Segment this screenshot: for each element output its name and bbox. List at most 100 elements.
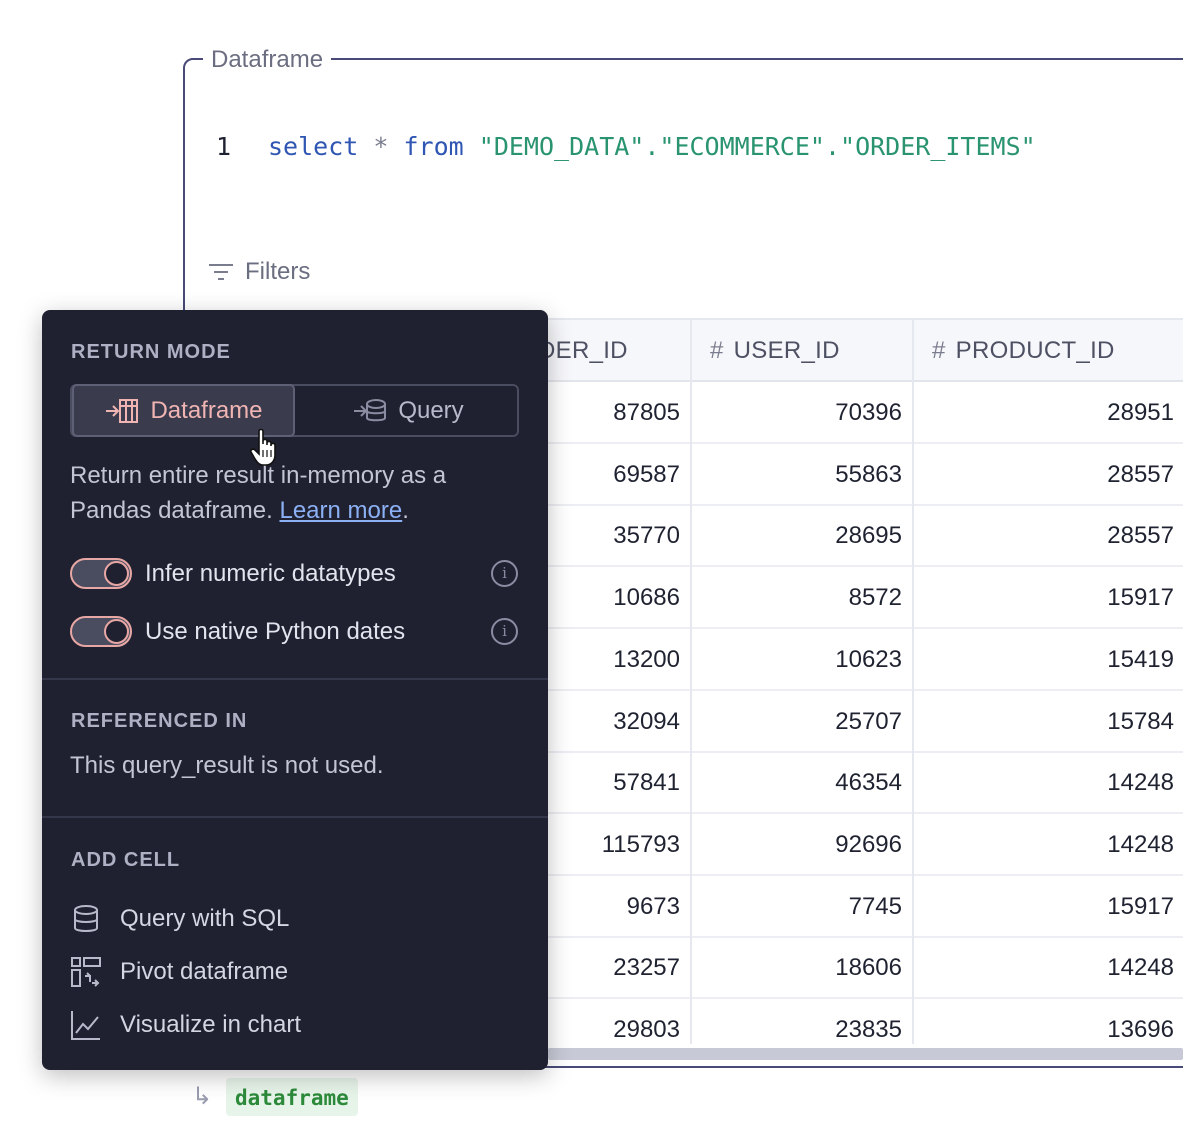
info-icon[interactable]: i: [491, 560, 518, 587]
table-cell[interactable]: 28695: [752, 505, 902, 567]
table-cell[interactable]: 8572: [752, 567, 902, 629]
table-row[interactable]: 57841 46354 14248: [470, 752, 1183, 815]
table-cell[interactable]: 15917: [1024, 567, 1174, 629]
query-mode-label: Query: [398, 396, 464, 424]
table-row[interactable]: 115793 92696 14248: [470, 814, 1183, 876]
query-with-sql-item[interactable]: Query with SQL: [70, 904, 289, 934]
table-cell[interactable]: 55863: [752, 444, 902, 506]
table-cell[interactable]: 23835: [752, 999, 902, 1044]
cell-title[interactable]: Dataframe: [203, 46, 332, 74]
table-cell[interactable]: 87805: [530, 382, 680, 444]
filters-button[interactable]: Filters: [207, 258, 310, 286]
table-header: DER_ID # USER_ID # PRODUCT_ID: [470, 320, 1183, 382]
code-table-ref: "DEMO_DATA"."ECOMMERCE"."ORDER_ITEMS": [478, 132, 1036, 161]
table-cell[interactable]: 18606: [752, 937, 902, 999]
table-cell[interactable]: 9673: [530, 876, 680, 938]
output-variable-chip[interactable]: dataframe: [226, 1078, 358, 1116]
return-mode-popover: RETURN MODE Dataframe Query Return entir…: [42, 310, 548, 1070]
code-star: *: [373, 132, 389, 161]
menu-item-label: Pivot dataframe: [120, 958, 289, 985]
pivot-dataframe-item[interactable]: Pivot dataframe: [70, 956, 288, 988]
table-cell[interactable]: 115793: [530, 814, 680, 876]
native-dates-toggle[interactable]: [70, 616, 132, 647]
table-cell[interactable]: 29803: [530, 999, 680, 1044]
table-cell[interactable]: 25707: [752, 691, 902, 753]
table-cell[interactable]: 23257: [530, 937, 680, 999]
dataframe-mode-label: Dataframe: [150, 396, 263, 424]
infer-numeric-row: Infer numeric datatypes i: [70, 558, 518, 589]
table-cell[interactable]: 69587: [530, 444, 680, 506]
query-icon: [354, 398, 387, 421]
visualize-in-chart-item[interactable]: Visualize in chart: [70, 1009, 301, 1041]
table-cell[interactable]: 28557: [1024, 505, 1174, 567]
table-row[interactable]: 35770 28695 28557: [470, 505, 1183, 568]
table-cell[interactable]: 15917: [1024, 876, 1174, 938]
database-icon: [74, 905, 98, 932]
native-dates-row: Use native Python dates i: [70, 616, 518, 647]
table-cell[interactable]: 28951: [1024, 382, 1174, 444]
table-row[interactable]: 9673 7745 15917: [470, 876, 1183, 938]
table-cell[interactable]: 14248: [1024, 937, 1174, 999]
table-row[interactable]: 13200 10623 15419: [470, 629, 1183, 691]
return-mode-description: Return entire result in-memory as a Pand…: [70, 458, 510, 528]
table-cell[interactable]: 32094: [530, 691, 680, 753]
info-icon[interactable]: i: [491, 618, 518, 645]
result-table[interactable]: DER_ID # USER_ID # PRODUCT_ID 87805 70396…: [470, 318, 1183, 1044]
native-dates-label: Use native Python dates: [145, 617, 406, 645]
line-number: 1: [216, 132, 232, 161]
column-header-label: PRODUCT_ID: [955, 337, 1115, 364]
column-header-order-id[interactable]: DER_ID: [538, 320, 628, 382]
section-divider: [42, 816, 548, 818]
learn-more-link[interactable]: Learn more: [279, 497, 402, 524]
menu-item-label: Visualize in chart: [120, 1011, 301, 1038]
column-divider[interactable]: [912, 320, 914, 1044]
table-cell[interactable]: 57841: [530, 752, 680, 814]
table-cell[interactable]: 14248: [1024, 814, 1174, 876]
horizontal-scrollbar[interactable]: [548, 1048, 1183, 1060]
infer-numeric-label: Infer numeric datatypes: [145, 559, 396, 587]
table-row[interactable]: 32094 25707 15784: [470, 691, 1183, 753]
table-cell[interactable]: 92696: [752, 814, 902, 876]
query-mode-button[interactable]: Query: [297, 386, 519, 435]
output-arrow-icon: ↳: [192, 1083, 213, 1110]
column-header-product-id[interactable]: # PRODUCT_ID: [932, 320, 1115, 382]
add-cell-title: ADD CELL: [71, 849, 181, 871]
table-cell[interactable]: 10623: [752, 629, 902, 691]
filters-label: Filters: [245, 258, 311, 285]
table-cell[interactable]: 28557: [1024, 444, 1174, 506]
table-cell[interactable]: 14248: [1024, 752, 1174, 814]
table-cell[interactable]: 7745: [752, 876, 902, 938]
hash-icon: #: [932, 337, 946, 364]
table-cell[interactable]: 13200: [530, 629, 680, 691]
table-row[interactable]: 29803 23835 13696: [470, 999, 1183, 1044]
table-cell[interactable]: 13696: [1024, 999, 1174, 1044]
code-editor-line[interactable]: 1 select * from "DEMO_DATA"."ECOMMERCE"."…: [216, 132, 1036, 162]
table-row[interactable]: 69587 55863 28557: [470, 444, 1183, 506]
column-header-label: USER_ID: [733, 337, 840, 364]
toggle-knob: [104, 619, 129, 644]
return-mode-title: RETURN MODE: [71, 341, 231, 363]
pivot-icon: [71, 957, 101, 987]
code-keyword-select: select: [268, 132, 359, 161]
infer-numeric-toggle[interactable]: [70, 558, 132, 589]
table-cell[interactable]: 15419: [1024, 629, 1174, 691]
description-period: .: [402, 497, 409, 524]
menu-item-label: Query with SQL: [120, 905, 290, 932]
table-cell[interactable]: 70396: [752, 382, 902, 444]
table-row[interactable]: 10686 8572 15917: [470, 567, 1183, 630]
column-header-user-id[interactable]: # USER_ID: [710, 320, 840, 382]
table-cell[interactable]: 15784: [1024, 691, 1174, 753]
column-divider[interactable]: [690, 320, 692, 1044]
section-divider: [42, 678, 548, 680]
table-row[interactable]: 87805 70396 28951: [470, 382, 1183, 444]
return-mode-segmented-control: Dataframe Query: [70, 384, 519, 437]
dataframe-icon: [106, 398, 139, 423]
hash-icon: #: [710, 337, 724, 364]
filter-icon: [209, 264, 233, 280]
table-cell[interactable]: 46354: [752, 752, 902, 814]
table-cell[interactable]: 10686: [530, 567, 680, 629]
referenced-in-text: This query_result is not used.: [70, 752, 384, 779]
table-cell[interactable]: 35770: [530, 505, 680, 567]
code-keyword-from: from: [403, 132, 464, 161]
table-row[interactable]: 23257 18606 14248: [470, 937, 1183, 1000]
